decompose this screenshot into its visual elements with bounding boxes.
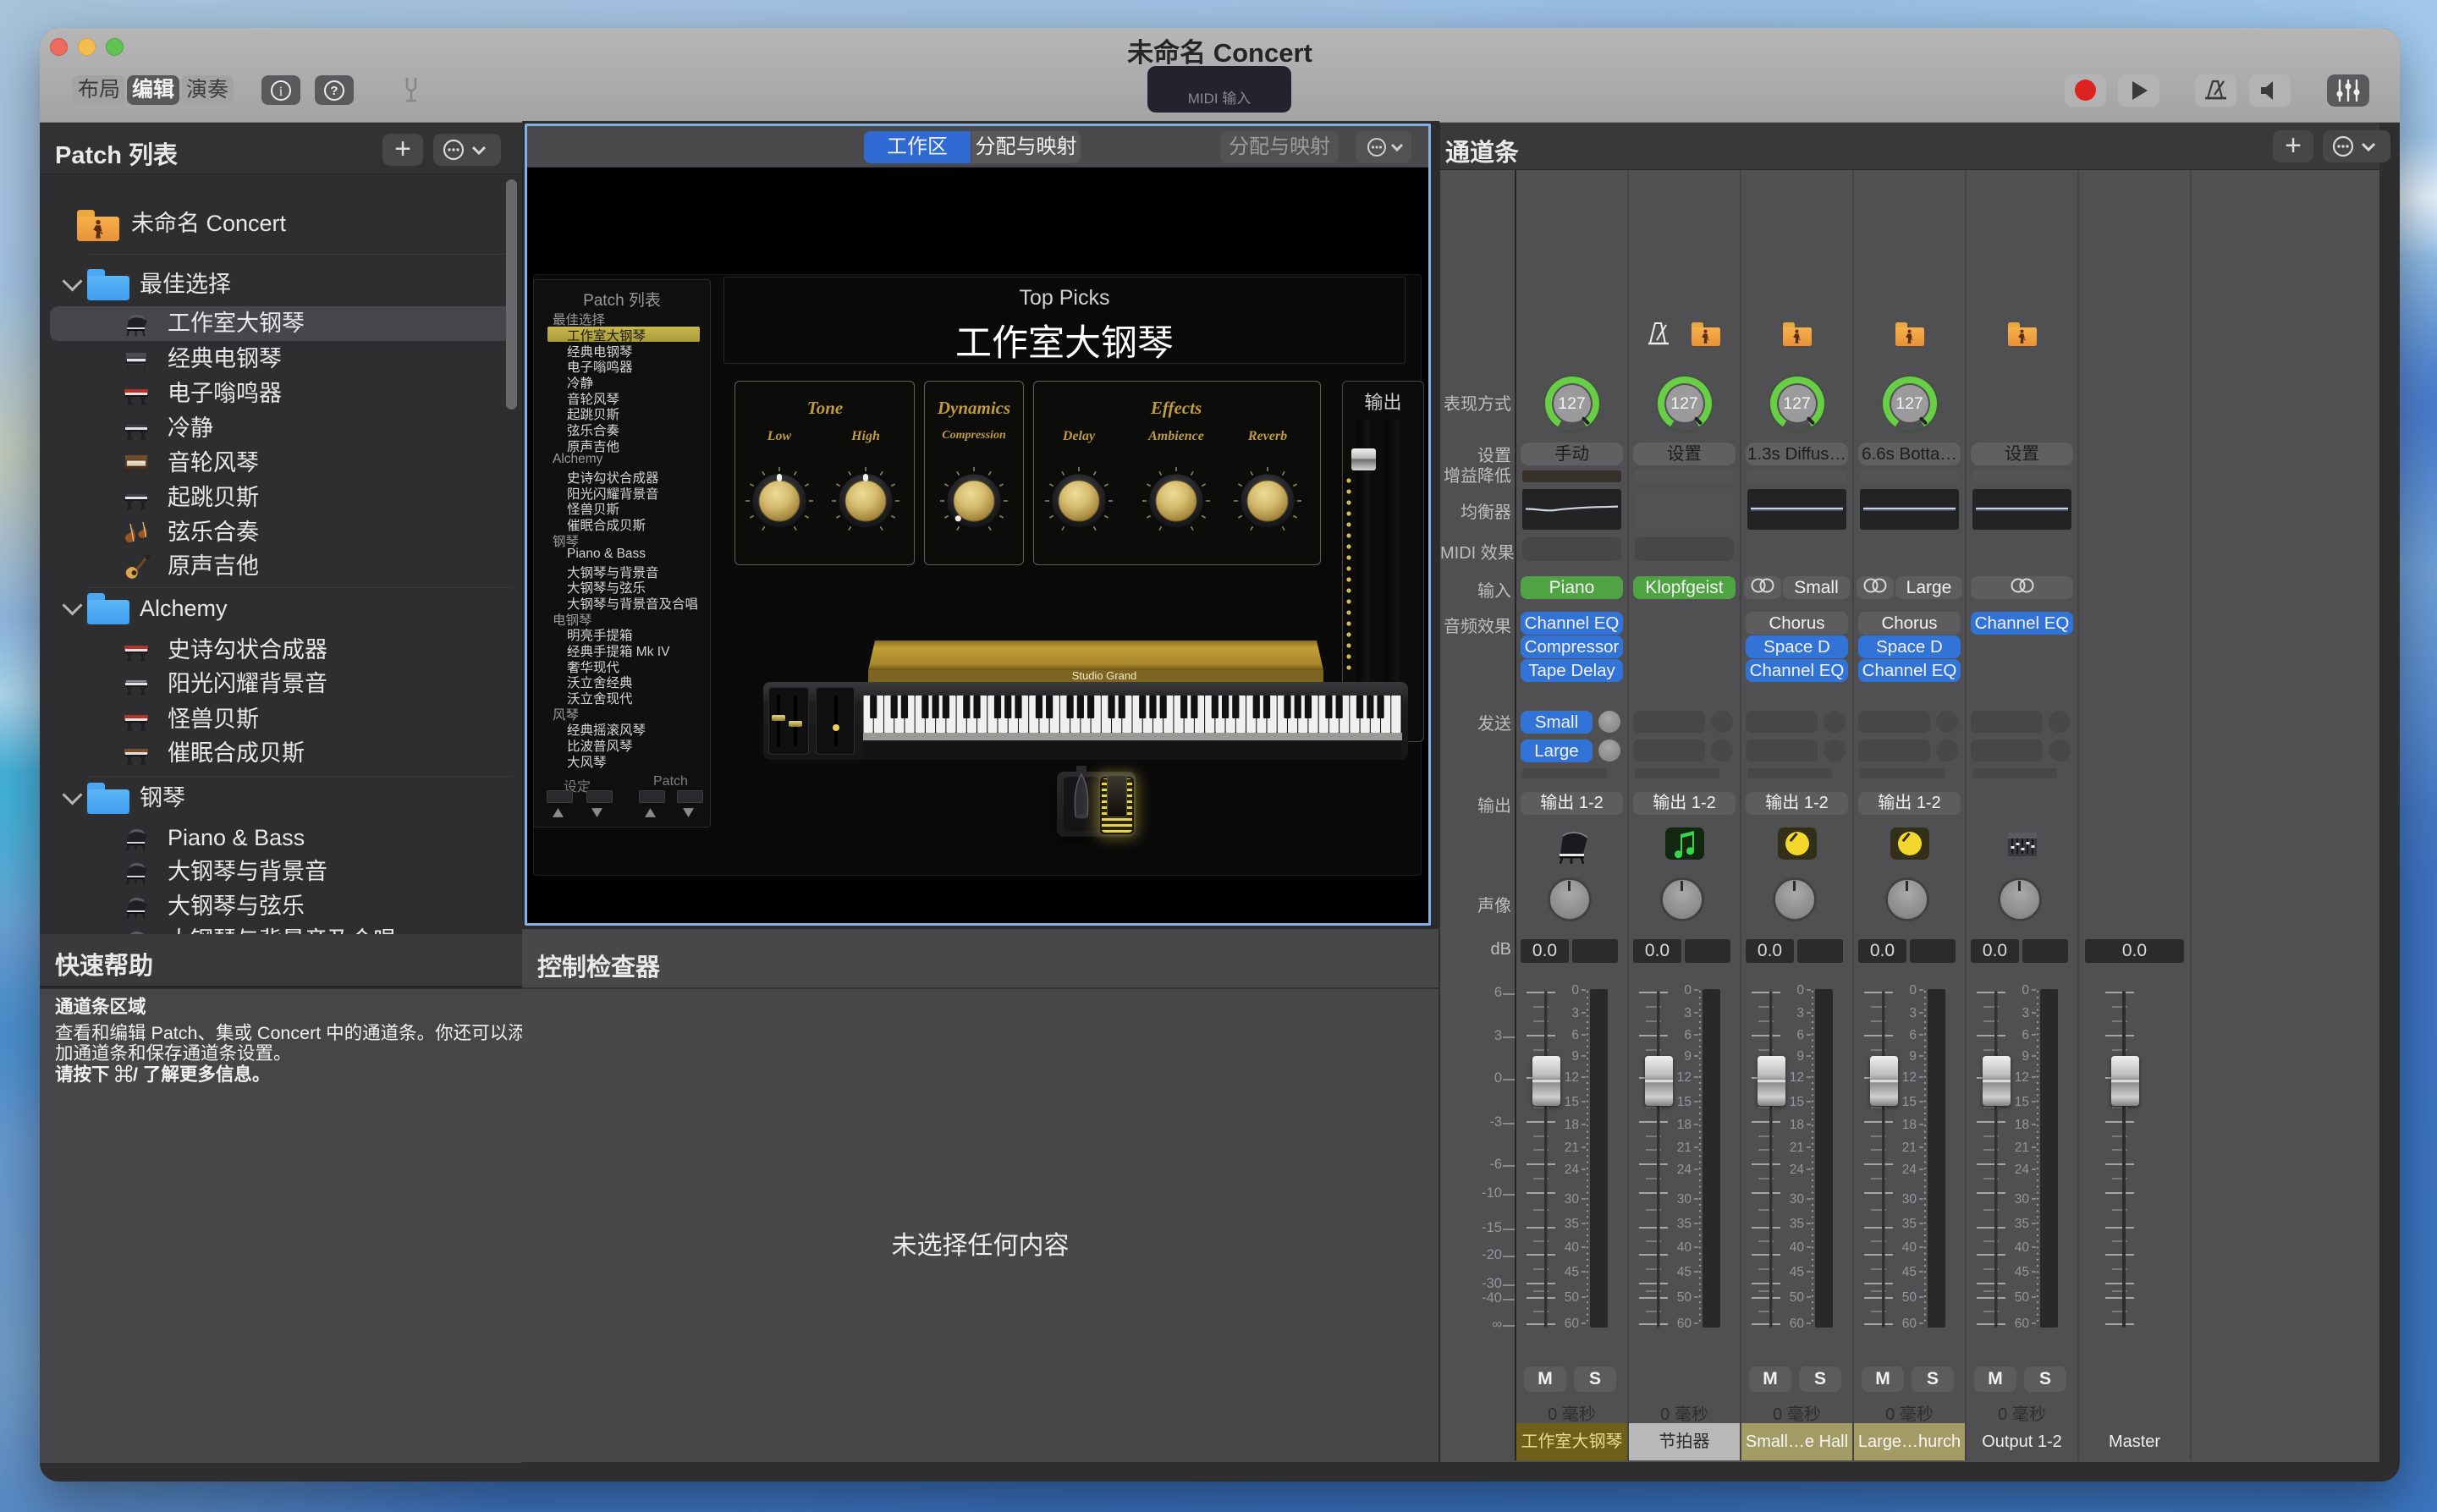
svg-text:6: 6 <box>1909 1028 1917 1042</box>
svg-text:6: 6 <box>1684 1028 1692 1042</box>
svg-text:21: 21 <box>1902 1141 1917 1155</box>
svg-text:50: 50 <box>1902 1290 1917 1305</box>
svg-text:9: 9 <box>1684 1049 1692 1064</box>
svg-text:15: 15 <box>1677 1095 1692 1109</box>
svg-text:24: 24 <box>2015 1163 2030 1177</box>
svg-text:21: 21 <box>1677 1141 1692 1155</box>
svg-text:40: 40 <box>1565 1240 1580 1255</box>
svg-text:21: 21 <box>1565 1141 1579 1155</box>
svg-text:45: 45 <box>1790 1265 1804 1279</box>
svg-text:12: 12 <box>1677 1070 1692 1085</box>
svg-text:45: 45 <box>1677 1265 1692 1279</box>
svg-text:21: 21 <box>2015 1141 2029 1155</box>
svg-text:45: 45 <box>1565 1265 1579 1279</box>
svg-text:6: 6 <box>1571 1028 1579 1042</box>
svg-text:Studio Grand: Studio Grand <box>1072 669 1137 682</box>
svg-text:24: 24 <box>1902 1163 1917 1177</box>
svg-text:60: 60 <box>2015 1317 2030 1331</box>
svg-text:35: 35 <box>2015 1217 2029 1231</box>
svg-text:60: 60 <box>1902 1317 1917 1331</box>
svg-text:9: 9 <box>1571 1049 1579 1064</box>
svg-text:50: 50 <box>1677 1290 1692 1305</box>
svg-text:35: 35 <box>1565 1217 1579 1231</box>
svg-text:21: 21 <box>1790 1141 1804 1155</box>
svg-text:35: 35 <box>1790 1217 1804 1231</box>
svg-text:6: 6 <box>2022 1028 2029 1042</box>
svg-text:15: 15 <box>2015 1095 2029 1109</box>
svg-text:0: 0 <box>2022 983 2029 998</box>
svg-text:9: 9 <box>1796 1049 1804 1064</box>
svg-text:?: ? <box>330 84 338 98</box>
svg-text:12: 12 <box>1790 1070 1804 1085</box>
svg-text:30: 30 <box>1790 1192 1805 1207</box>
svg-text:35: 35 <box>1677 1217 1692 1231</box>
svg-text:12: 12 <box>1902 1070 1917 1085</box>
svg-text:3: 3 <box>2022 1006 2029 1020</box>
svg-text:18: 18 <box>1790 1118 1804 1132</box>
svg-text:60: 60 <box>1565 1317 1580 1331</box>
svg-text:40: 40 <box>1677 1240 1692 1255</box>
svg-text:18: 18 <box>1565 1118 1579 1132</box>
svg-text:i: i <box>279 85 283 99</box>
svg-text:6: 6 <box>1796 1028 1804 1042</box>
svg-text:9: 9 <box>1909 1049 1917 1064</box>
svg-text:0: 0 <box>1909 983 1917 998</box>
svg-text:45: 45 <box>2015 1265 2029 1279</box>
svg-text:0: 0 <box>1571 983 1579 998</box>
svg-text:3: 3 <box>1571 1006 1579 1020</box>
svg-text:30: 30 <box>1677 1192 1692 1207</box>
svg-text:0: 0 <box>1684 983 1692 998</box>
svg-text:45: 45 <box>1902 1265 1917 1279</box>
svg-text:60: 60 <box>1677 1317 1692 1331</box>
svg-text:30: 30 <box>1565 1192 1580 1207</box>
svg-text:15: 15 <box>1790 1095 1804 1109</box>
svg-text:12: 12 <box>2015 1070 2029 1085</box>
svg-text:30: 30 <box>2015 1192 2030 1207</box>
svg-text:50: 50 <box>1565 1290 1580 1305</box>
svg-text:3: 3 <box>1909 1006 1917 1020</box>
svg-text:24: 24 <box>1677 1163 1692 1177</box>
svg-text:15: 15 <box>1565 1095 1579 1109</box>
svg-text:18: 18 <box>2015 1118 2029 1132</box>
svg-text:0: 0 <box>1796 983 1804 998</box>
svg-text:24: 24 <box>1565 1163 1580 1177</box>
svg-text:24: 24 <box>1790 1163 1805 1177</box>
svg-text:35: 35 <box>1902 1217 1917 1231</box>
svg-text:40: 40 <box>1902 1240 1917 1255</box>
svg-text:50: 50 <box>1790 1290 1805 1305</box>
svg-text:9: 9 <box>2022 1049 2029 1064</box>
svg-text:60: 60 <box>1790 1317 1805 1331</box>
svg-text:15: 15 <box>1902 1095 1917 1109</box>
svg-text:30: 30 <box>1902 1192 1917 1207</box>
svg-text:18: 18 <box>1677 1118 1692 1132</box>
svg-text:40: 40 <box>2015 1240 2030 1255</box>
svg-text:40: 40 <box>1790 1240 1805 1255</box>
svg-text:3: 3 <box>1684 1006 1692 1020</box>
svg-text:3: 3 <box>1796 1006 1804 1020</box>
svg-text:12: 12 <box>1565 1070 1579 1085</box>
svg-text:18: 18 <box>1902 1118 1917 1132</box>
svg-text:50: 50 <box>2015 1290 2030 1305</box>
